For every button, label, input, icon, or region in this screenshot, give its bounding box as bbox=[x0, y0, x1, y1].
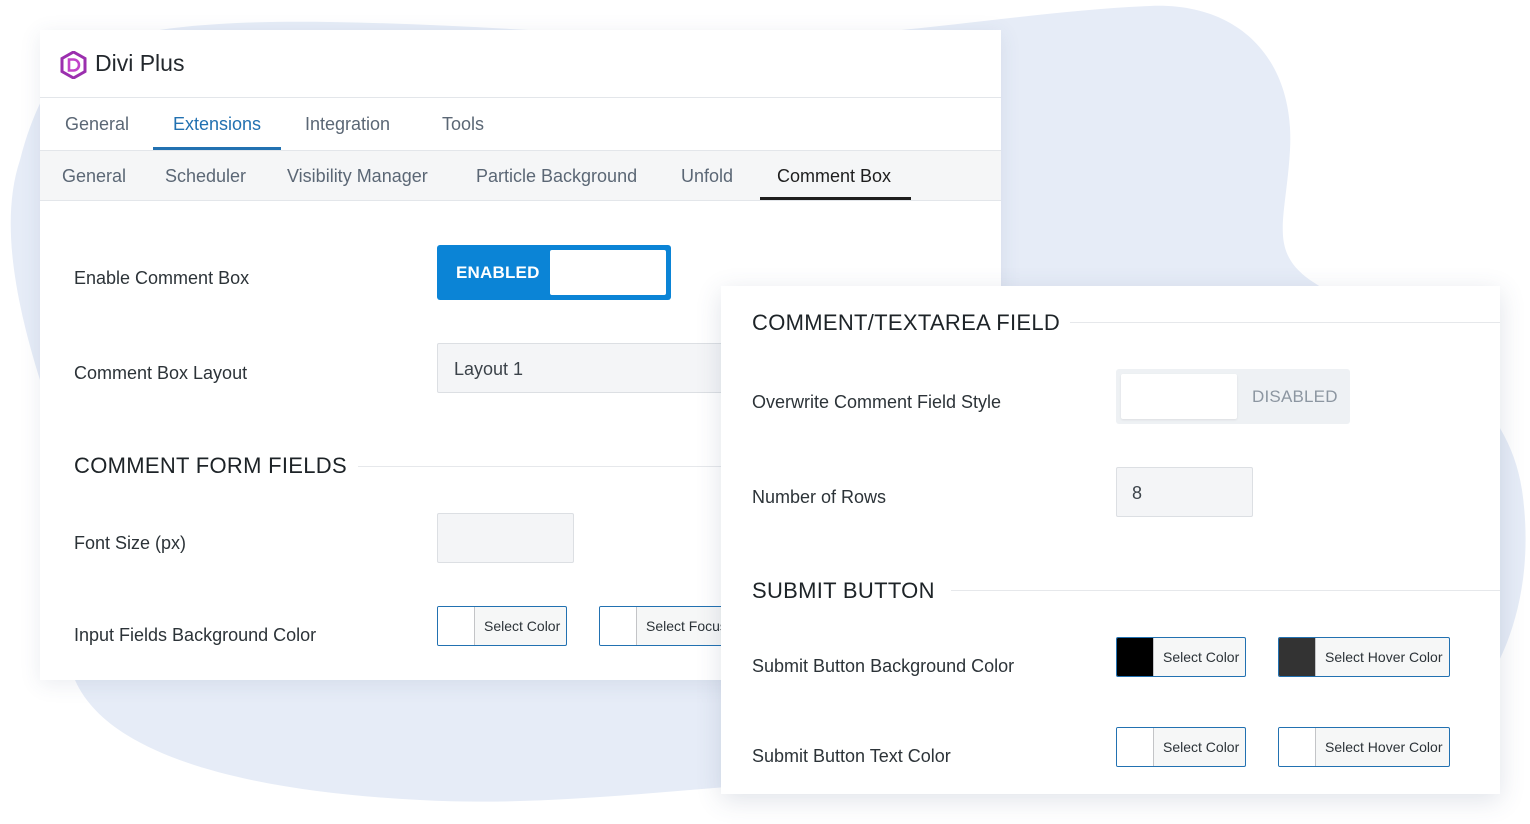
tab-integration[interactable]: Integration bbox=[305, 114, 390, 135]
primary-tabs: General Extensions Integration Tools bbox=[40, 98, 1001, 151]
section-title-comment-form-fields: COMMENT FORM FIELDS bbox=[74, 453, 347, 478]
font-size-label: Font Size (px) bbox=[74, 533, 187, 553]
subtab-particle-background[interactable]: Particle Background bbox=[476, 166, 637, 187]
color-picker-label: Select Color bbox=[1163, 739, 1240, 755]
color-swatch bbox=[1279, 638, 1316, 676]
color-swatch bbox=[600, 607, 637, 645]
subtab-visibility-manager[interactable]: Visibility Manager bbox=[287, 166, 428, 187]
tab-general[interactable]: General bbox=[65, 114, 129, 135]
subtab-comment-box[interactable]: Comment Box bbox=[777, 166, 891, 187]
tab-tools[interactable]: Tools bbox=[442, 114, 484, 135]
active-tab-indicator bbox=[153, 147, 281, 150]
toggle-knob bbox=[1121, 374, 1237, 419]
color-picker-label: Select Hover Color bbox=[1325, 739, 1443, 755]
brand-header: Divi Plus bbox=[40, 30, 1001, 98]
toggle-state-text: ENABLED bbox=[456, 263, 540, 282]
subtab-general[interactable]: General bbox=[62, 166, 126, 187]
subtab-scheduler[interactable]: Scheduler bbox=[165, 166, 246, 187]
enable-comment-box-toggle[interactable]: ENABLED bbox=[437, 245, 671, 300]
comment-box-layout-label: Comment Box Layout bbox=[74, 363, 248, 383]
submit-bg-hover-color-picker[interactable]: Select Hover Color bbox=[1278, 637, 1450, 677]
secondary-tabs: General Scheduler Visibility Manager Par… bbox=[40, 151, 1001, 201]
color-swatch bbox=[1279, 728, 1316, 766]
submit-bg-color-picker[interactable]: Select Color bbox=[1116, 637, 1246, 677]
font-size-input[interactable] bbox=[437, 513, 574, 563]
color-picker-label: Select Hover Color bbox=[1325, 649, 1443, 665]
toggle-state-text: DISABLED bbox=[1252, 387, 1338, 406]
overwrite-comment-field-style-toggle[interactable]: DISABLED bbox=[1116, 369, 1350, 424]
enable-comment-box-label: Enable Comment Box bbox=[74, 268, 250, 288]
layout-selected-value: Layout 1 bbox=[454, 359, 524, 379]
number-of-rows-label: Number of Rows bbox=[752, 487, 887, 507]
divi-plus-logo-icon bbox=[60, 51, 87, 79]
comment-field-settings-panel: COMMENT/TEXTAREA FIELD Overwrite Comment… bbox=[721, 286, 1500, 794]
color-picker-label: Select Color bbox=[1163, 649, 1240, 665]
section-title-comment-textarea-field: COMMENT/TEXTAREA FIELD bbox=[752, 310, 1061, 335]
color-swatch bbox=[1117, 728, 1154, 766]
submit-text-color-picker[interactable]: Select Color bbox=[1116, 727, 1246, 767]
color-picker-label: Select Color bbox=[484, 618, 561, 634]
number-of-rows-input[interactable]: 8 bbox=[1116, 467, 1253, 517]
section-divider bbox=[951, 590, 1500, 591]
color-swatch bbox=[1117, 638, 1154, 676]
active-subtab-indicator bbox=[760, 197, 911, 200]
input-fields-bg-color-label: Input Fields Background Color bbox=[74, 625, 317, 645]
submit-text-hover-color-picker[interactable]: Select Hover Color bbox=[1278, 727, 1450, 767]
overwrite-comment-field-style-label: Overwrite Comment Field Style bbox=[752, 392, 1002, 412]
section-divider bbox=[1070, 322, 1500, 323]
comment-box-layout-select[interactable]: Layout 1 bbox=[437, 343, 737, 393]
color-swatch bbox=[438, 607, 475, 645]
number-of-rows-value: 8 bbox=[1132, 483, 1143, 503]
submit-button-bg-color-label: Submit Button Background Color bbox=[752, 656, 1015, 676]
subtab-unfold[interactable]: Unfold bbox=[681, 166, 733, 187]
toggle-knob bbox=[550, 250, 666, 295]
input-bg-color-picker[interactable]: Select Color bbox=[437, 606, 567, 646]
section-divider bbox=[358, 466, 728, 467]
section-title-submit-button: SUBMIT BUTTON bbox=[752, 578, 935, 603]
tab-extensions[interactable]: Extensions bbox=[173, 114, 261, 135]
color-picker-label: Select Focus bbox=[646, 618, 727, 634]
brand-name: Divi Plus bbox=[95, 50, 185, 76]
submit-button-text-color-label: Submit Button Text Color bbox=[752, 746, 951, 766]
